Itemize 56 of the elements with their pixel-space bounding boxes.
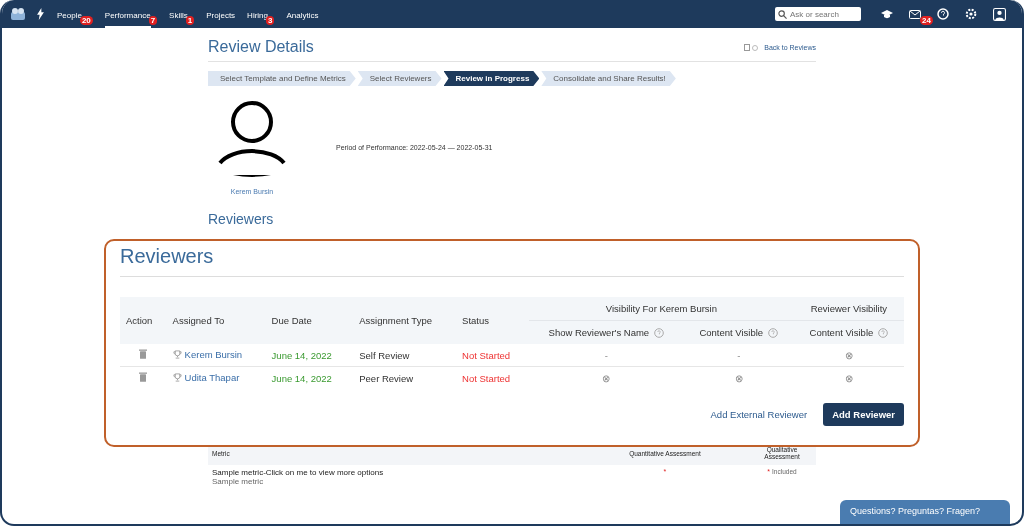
progress-step: Consolidate and Share Results! [541, 71, 676, 86]
reviewer-name-link[interactable]: Udita Thapar [184, 372, 240, 383]
add-reviewer-button[interactable]: Add Reviewer [823, 403, 904, 426]
section-heading: Reviewers [208, 211, 275, 227]
assignment-type: Self Review [353, 344, 457, 367]
graduation-cap-icon[interactable] [881, 9, 893, 19]
nav-tab[interactable]: Projects [206, 3, 236, 28]
column-header: Action [120, 297, 167, 344]
nav-tab[interactable]: Analytics [286, 3, 319, 28]
nav-tab[interactable]: Skills [169, 3, 188, 28]
visibility-value: - [604, 349, 608, 361]
search-icon [778, 9, 787, 19]
visibility-value: ⊗ [602, 372, 611, 384]
column-header: Content Visible [809, 327, 874, 338]
nav-tab[interactable]: People [57, 3, 82, 28]
page-title: Review Details [208, 38, 315, 56]
progress-step: Select Reviewers [357, 71, 442, 86]
visibility-value: ⊗ [844, 349, 853, 361]
assignment-type: Peer Review [358, 371, 415, 386]
visibility-value: - [737, 349, 741, 361]
user-icon[interactable] [993, 7, 1006, 21]
add-external-reviewer-link[interactable]: Add External Reviewer [710, 409, 808, 420]
trash-icon[interactable] [139, 349, 148, 359]
metric-name[interactable]: Sample metric-Click on me to view more options [212, 468, 578, 477]
settings-icon[interactable] [965, 8, 977, 20]
metric-subtitle: Sample metric [212, 477, 265, 486]
trophy-icon [172, 350, 182, 359]
trophy-icon [172, 373, 182, 382]
count-badge: 24 [920, 15, 933, 25]
column-group-header: Reviewer Visibility [793, 297, 904, 320]
trash-icon[interactable] [139, 372, 148, 382]
chat-button[interactable]: Questions? Preguntas? Fragen? [840, 500, 1010, 524]
mail-icon[interactable] [909, 9, 921, 19]
visibility-value: ⊗ [734, 372, 743, 384]
search-field[interactable]: Ask or search [775, 7, 861, 21]
count-badge: 7 [148, 16, 158, 25]
logo-icon[interactable] [10, 7, 26, 21]
lightning-icon[interactable] [36, 8, 45, 20]
column-header: Assigned To [166, 297, 266, 344]
column-header: Content Visible [699, 327, 764, 338]
due-date: June 14, 2022 [270, 371, 333, 386]
status-label: Not Started [461, 371, 512, 386]
reviewer-name-link[interactable]: Kerem Bursin [184, 349, 243, 360]
nav-tab[interactable]: Hiring [247, 3, 268, 28]
progress-step: Select Template and Define Metrics [208, 71, 356, 86]
column-header: Show Reviewer's Name [548, 327, 650, 338]
column-header: Status [456, 297, 529, 344]
due-date: June 14, 2022 [265, 344, 354, 367]
column-group-header: Visibility For Kerem Bursin [528, 297, 794, 320]
panel-title: Reviewers [120, 245, 904, 277]
progress-step: Review in Progress [443, 71, 540, 86]
column-header: Due Date [265, 297, 354, 344]
visibility-value: ⊗ [844, 372, 853, 384]
status-label: Not Started [456, 344, 529, 367]
column-header: Assignment Type [353, 297, 457, 344]
count-badge: 3 [266, 16, 275, 25]
